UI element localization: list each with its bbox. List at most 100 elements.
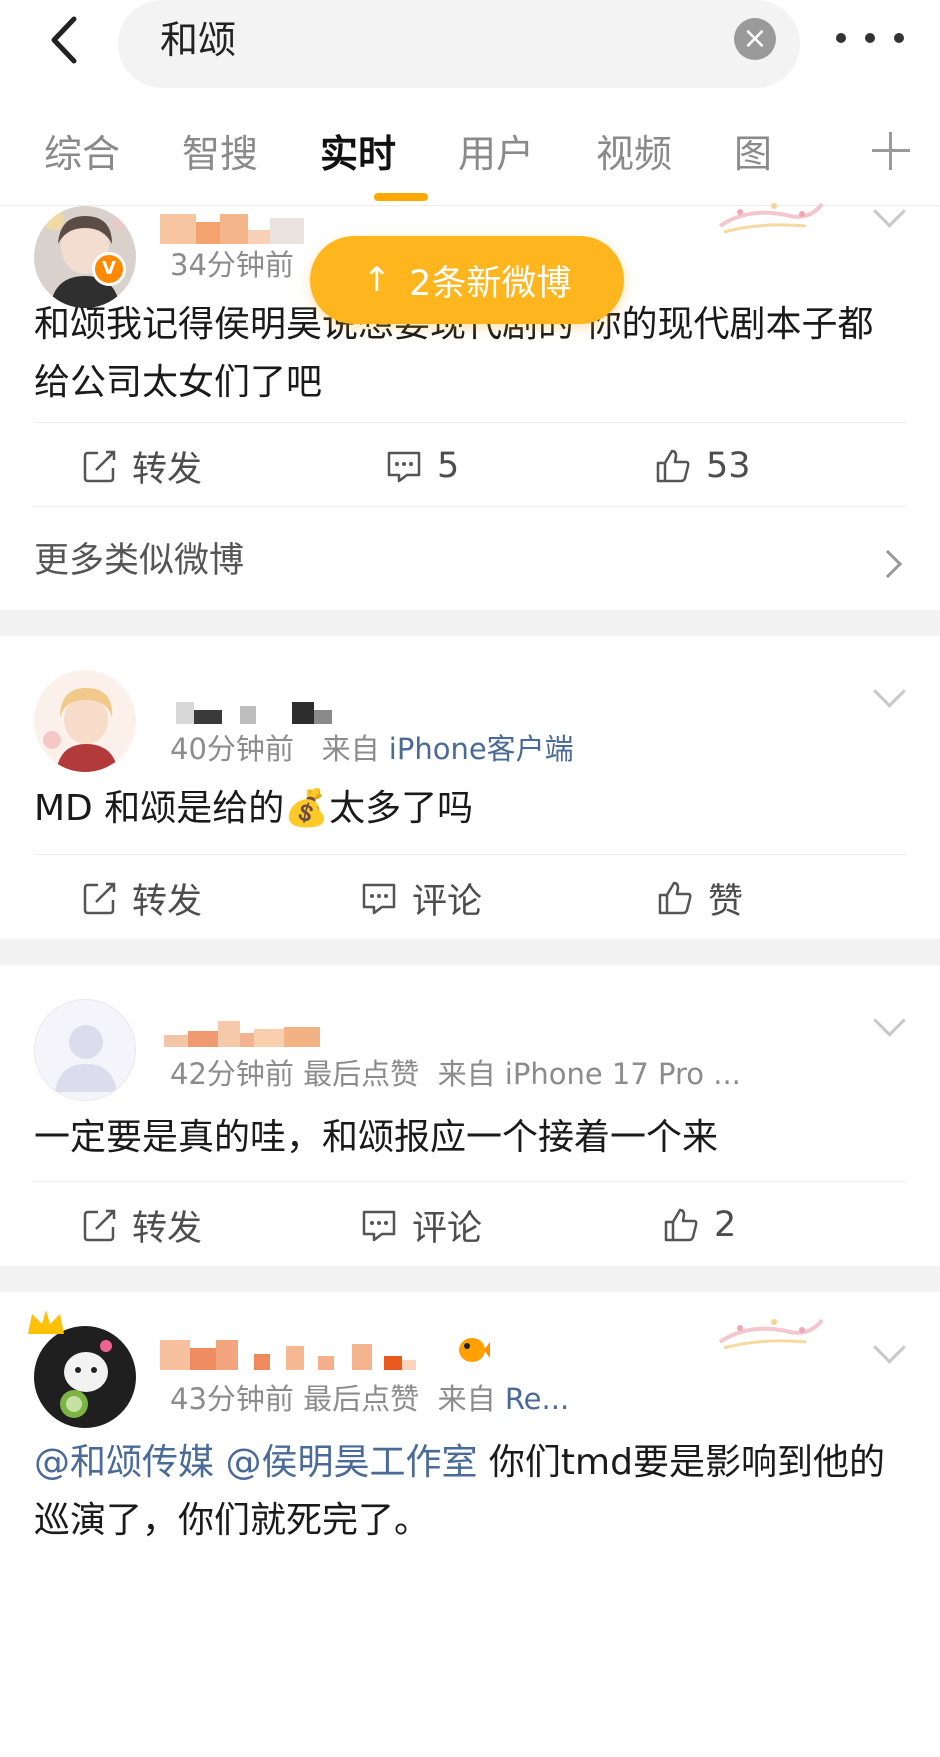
post-content: 一定要是真的哇，和颂报应一个接着一个来 [34, 1117, 719, 1158]
back-button[interactable] [38, 10, 88, 70]
tab-images[interactable]: 图 [734, 130, 772, 178]
default-avatar-icon [35, 1000, 135, 1100]
like-button[interactable]: 53 [654, 442, 751, 490]
post-card: 42分钟前 最后点赞 来自 iPhone 17 Pro ... 一定要是真的哇，… [0, 965, 940, 1266]
post-card: 40分钟前 来自 iPhone客户端 MD 和颂是给的💰太多了吗 转发 评论 赞 [0, 636, 940, 939]
repost-label: 转发 [132, 1208, 203, 1249]
divider [34, 506, 906, 507]
thumbs-up-icon [664, 1208, 698, 1242]
comment-icon [387, 451, 421, 483]
tab-videos[interactable]: 视频 [596, 130, 672, 178]
avatar[interactable] [34, 999, 136, 1101]
feed-separator [0, 610, 940, 636]
source-prefix: 来自 [321, 732, 380, 766]
username-pixelated[interactable] [176, 686, 332, 724]
tab-realtime[interactable]: 实时 [320, 130, 396, 178]
tab-fade [800, 98, 870, 205]
post-time: 34分钟前 [170, 248, 294, 282]
post-meta: 43分钟前 最后点赞 来自 Re... [170, 1380, 569, 1418]
post-menu-chevron-icon[interactable] [872, 1009, 904, 1041]
tab-comprehensive[interactable]: 综合 [44, 130, 120, 178]
crown-icon [28, 1310, 64, 1334]
tab-smart-search[interactable]: 智搜 [182, 130, 258, 178]
verified-badge-icon: V [92, 252, 126, 286]
like-count: 53 [706, 446, 751, 486]
avatar[interactable] [34, 1326, 136, 1428]
thumbs-up-icon [658, 881, 692, 915]
repost-button[interactable]: 转发 [82, 874, 202, 922]
last-liked-label: 最后点赞 [303, 1057, 420, 1091]
more-options-button[interactable] [836, 18, 904, 58]
decoration-card-icon [718, 1318, 824, 1350]
post-menu-chevron-icon[interactable] [872, 1336, 904, 1368]
post-source[interactable]: iPhone客户端 [389, 732, 574, 766]
comment-icon [362, 883, 396, 915]
divider [34, 854, 906, 855]
new-posts-label: 2条新微博 [409, 263, 572, 304]
user-avatar-icon [34, 670, 136, 772]
mention-link[interactable]: @和颂传媒 [34, 1442, 214, 1483]
more-similar-posts-link[interactable]: 更多类似微博 [34, 538, 244, 584]
comment-label: 评论 [412, 881, 483, 922]
dot-icon [865, 33, 875, 43]
dot-icon [894, 33, 904, 43]
post-meta: 40分钟前 来自 iPhone客户端 [170, 730, 574, 768]
comment-button[interactable]: 评论 [360, 1201, 482, 1249]
post-menu-chevron-icon[interactable] [872, 200, 904, 232]
feed-separator [0, 1266, 940, 1292]
like-button[interactable]: 赞 [656, 874, 743, 922]
post-source[interactable]: Re... [505, 1382, 569, 1416]
like-button[interactable]: 2 [662, 1201, 736, 1249]
repost-icon [83, 882, 116, 915]
username-pixelated[interactable] [164, 1009, 320, 1047]
arrow-up-icon: ↑ [362, 260, 392, 300]
decoration-card-icon [718, 202, 824, 234]
comment-button[interactable]: 评论 [360, 874, 482, 922]
user-avatar-icon [34, 1326, 136, 1428]
search-input[interactable]: 和颂 × [118, 0, 800, 88]
add-tab-icon[interactable] [866, 126, 916, 176]
comment-count: 5 [437, 446, 460, 486]
post-meta: 42分钟前 最后点赞 来自 iPhone 17 Pro ... [170, 1055, 741, 1093]
repost-icon [83, 1209, 116, 1242]
tab-users[interactable]: 用户 [458, 130, 534, 178]
post-time: 43分钟前 [170, 1382, 294, 1416]
new-posts-pill[interactable]: ↑ 2条新微博 [310, 236, 624, 324]
repost-icon [83, 450, 116, 483]
search-query-text: 和颂 [160, 18, 237, 62]
money-bag-icon: 💰 [284, 788, 330, 829]
top-bar: 和颂 × [0, 0, 940, 98]
post-time: 42分钟前 [170, 1057, 294, 1091]
divider [34, 1181, 906, 1182]
comment-button[interactable]: 5 [385, 442, 459, 490]
search-tabs: 综合 智搜 实时 用户 视频 图 [0, 98, 940, 206]
back-arrow-icon [51, 16, 77, 64]
repost-label: 转发 [132, 449, 203, 490]
dot-icon [836, 33, 846, 43]
repost-button[interactable]: 转发 [82, 442, 202, 490]
post-content: @和颂传媒 @侯明昊工作室 你们tmd要是影响到他的巡演了，你们就死完了。 [34, 1434, 904, 1550]
like-count: 2 [714, 1205, 737, 1245]
post-source[interactable]: 来自 iPhone 17 Pro ... [438, 1057, 741, 1091]
repost-button[interactable]: 转发 [82, 1201, 202, 1249]
feed-separator [0, 939, 940, 965]
post-time: 40分钟前 [170, 732, 294, 766]
post-text: MD 和颂是给的 [34, 788, 285, 829]
username-pixelated[interactable] [160, 1332, 416, 1370]
chevron-right-icon[interactable] [873, 549, 903, 579]
post-content: MD 和颂是给的💰太多了吗 [34, 780, 904, 838]
comment-label: 评论 [412, 1208, 483, 1249]
post-text: 太多了吗 [329, 788, 474, 829]
mention-link[interactable]: @侯明昊工作室 [225, 1442, 477, 1483]
source-prefix: 来自 [437, 1382, 496, 1416]
comment-icon [362, 1210, 396, 1242]
avatar[interactable] [34, 670, 136, 772]
divider [34, 422, 906, 423]
post-card: 43分钟前 最后点赞 来自 Re... @和颂传媒 @侯明昊工作室 你们tmd要… [0, 1292, 940, 1757]
post-menu-chevron-icon[interactable] [872, 680, 904, 712]
username-pixelated[interactable] [160, 206, 304, 244]
clear-icon[interactable]: × [734, 18, 776, 60]
fish-emoji-icon [459, 1338, 490, 1362]
active-tab-indicator [374, 193, 428, 201]
like-label: 赞 [708, 881, 744, 922]
